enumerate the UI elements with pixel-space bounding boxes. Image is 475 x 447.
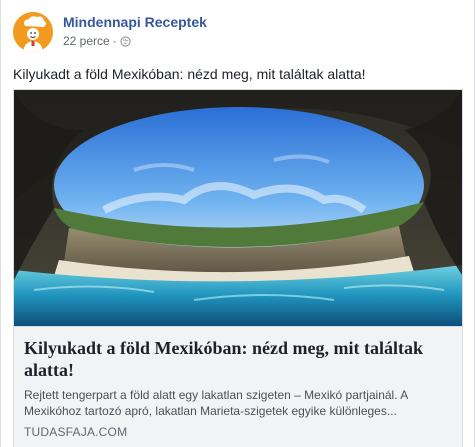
link-preview-body: Kilyukadt a föld Mexikóban: nézd meg, mi… [14,326,462,447]
facebook-post: Mindennapi Receptek 22 perce · Kilyukadt … [0,0,475,447]
meta-separator: · [112,34,117,48]
chef-logo-icon [13,12,53,52]
globe-icon[interactable] [120,36,131,50]
link-preview-card[interactable]: Kilyukadt a föld Mexikóban: nézd meg, mi… [13,89,463,447]
link-domain: TUDASFAJA.COM [24,425,128,439]
link-preview-image[interactable] [14,90,462,326]
page-name-link[interactable]: Mindennapi Receptek [63,14,207,30]
post-header: Mindennapi Receptek 22 perce · [13,12,462,54]
page-avatar[interactable] [13,12,53,52]
link-description: Rejtett tengerpart a föld alatt egy laka… [24,388,408,418]
post-timestamp[interactable]: 22 perce [63,34,110,48]
link-title[interactable]: Kilyukadt a föld Mexikóban: nézd meg, mi… [24,337,452,381]
post-text: Kilyukadt a föld Mexikóban: nézd meg, mi… [13,66,366,82]
post-meta: 22 perce · [63,34,131,50]
